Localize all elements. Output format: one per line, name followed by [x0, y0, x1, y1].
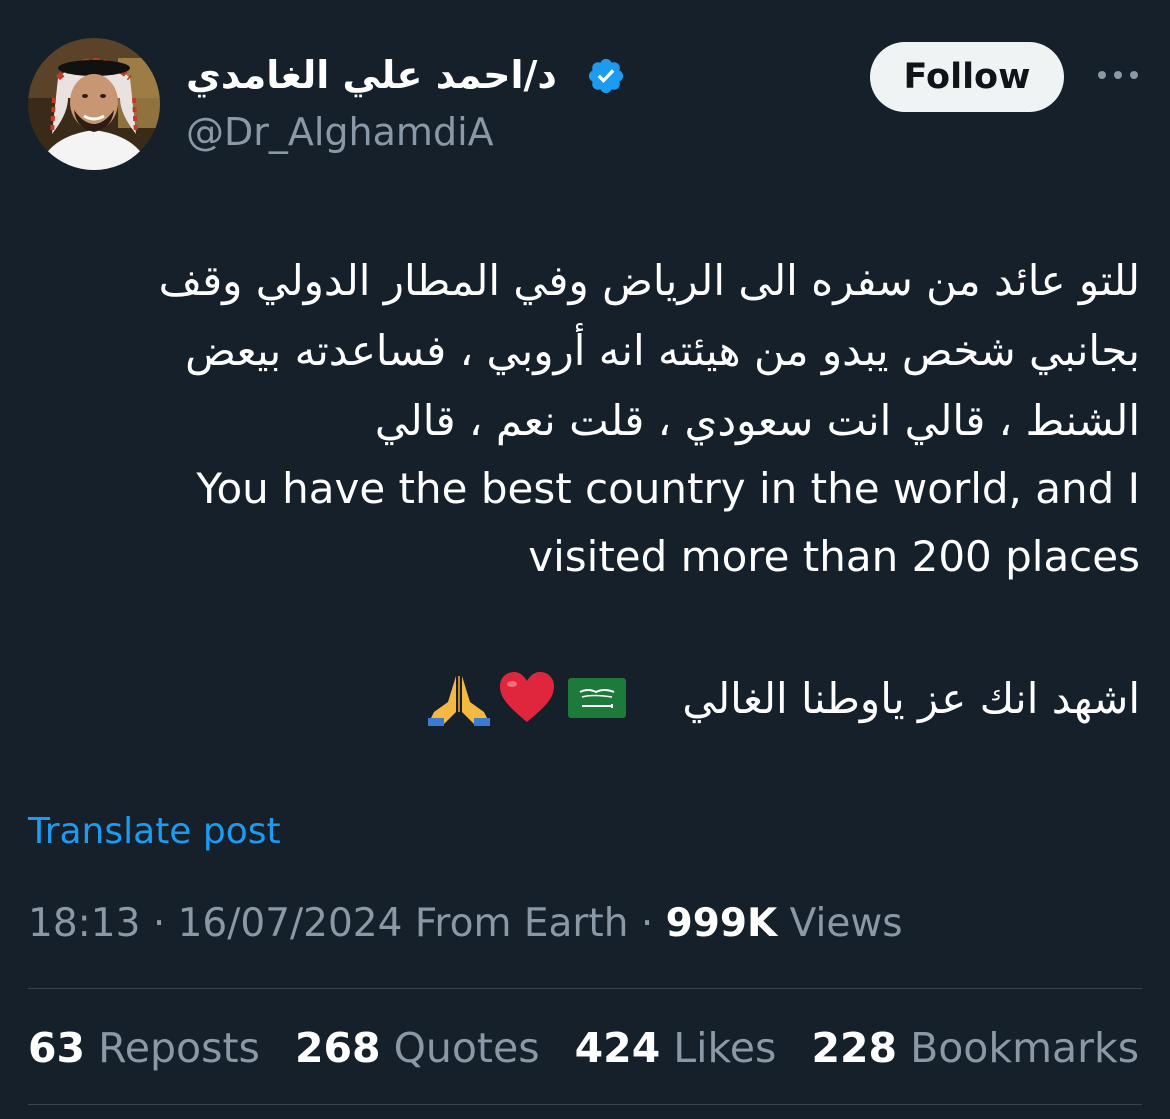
quotes-count: 268: [294, 1024, 381, 1072]
author-display-name[interactable]: د/احمد علي الغامدي: [186, 50, 557, 100]
verified-badge-icon[interactable]: [586, 56, 626, 96]
follow-button[interactable]: Follow: [870, 42, 1064, 112]
divider: [28, 988, 1142, 989]
more-horizontal-icon[interactable]: [1094, 60, 1142, 90]
views-label: Views: [789, 901, 903, 946]
emoji-row: [420, 664, 1140, 734]
saudi-flag-icon: [568, 678, 626, 718]
translate-post-link[interactable]: Translate post: [28, 808, 281, 856]
views-count: 999K: [665, 901, 778, 946]
divider: [28, 1104, 1142, 1105]
reposts-label: Reposts: [98, 1024, 260, 1072]
folded-hands-icon: [428, 676, 490, 726]
red-heart-icon: [500, 672, 554, 722]
profile-photo: [28, 38, 160, 170]
tweet-text-line-3: الشنط ، قالي انت سعودي ، قلت نعم ، قالي: [374, 396, 1140, 445]
meta-separator: ·: [152, 901, 178, 946]
quotes-label: Quotes: [393, 1024, 540, 1072]
meta-separator: ·: [640, 901, 666, 946]
tweet-text-line-1: للتو عائد من سفره الى الرياض وفي المطار …: [158, 256, 1140, 305]
tweet-meta: 18:13 · 16/07/2024 From Earth · 999K Vie…: [28, 896, 903, 952]
tweet-source: From Earth: [414, 901, 629, 946]
bookmarks-count: 228: [811, 1024, 898, 1072]
quotes-stat[interactable]: 268 Quotes: [295, 1024, 540, 1072]
tweet-text-line-4: You have the best country in the world, …: [196, 464, 1140, 513]
tweet-text-line-5: visited more than 200 places: [528, 532, 1140, 581]
reposts-count: 63: [28, 1024, 86, 1072]
avatar[interactable]: [28, 38, 160, 170]
likes-stat[interactable]: 424 Likes: [575, 1024, 777, 1072]
engagement-stats: 63 Reposts 268 Quotes 424 Likes 228 Book…: [28, 1020, 1161, 1076]
likes-count: 424: [574, 1024, 661, 1072]
tweet-time[interactable]: 18:13: [28, 901, 140, 946]
likes-label: Likes: [673, 1024, 777, 1072]
tweet-text-line-2: بجانبي شخص يبدو من هيئته انه أروبي ، فسا…: [185, 326, 1140, 375]
bookmarks-stat[interactable]: 228 Bookmarks: [811, 1024, 1139, 1072]
tweet-date[interactable]: 16/07/2024: [178, 901, 403, 946]
bookmarks-label: Bookmarks: [910, 1024, 1140, 1072]
reposts-stat[interactable]: 63 Reposts: [28, 1024, 260, 1072]
author-handle[interactable]: @Dr_AlghamdiA: [186, 108, 494, 156]
